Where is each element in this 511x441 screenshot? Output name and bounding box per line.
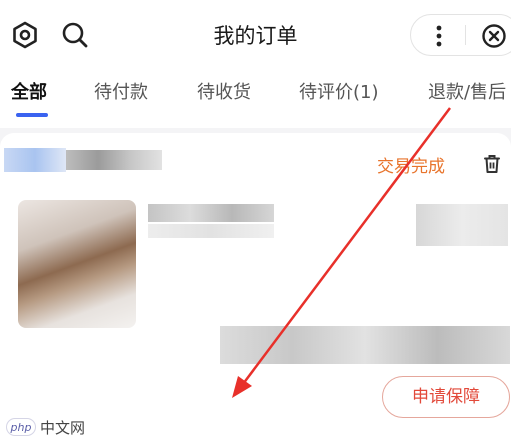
store-name-blurred[interactable]	[66, 150, 162, 170]
watermark: php 中文网	[6, 416, 85, 438]
order-total-blurred	[220, 326, 510, 364]
store-logo-blurred	[4, 148, 66, 172]
capsule-divider	[465, 25, 466, 45]
product-title-blurred	[148, 204, 274, 222]
watermark-site-text: 中文网	[40, 418, 86, 437]
order-tabs: 全部 待付款 待收货 待评价(1) 退款/售后	[0, 70, 511, 128]
active-tab-indicator	[16, 113, 48, 117]
mini-program-capsule	[410, 14, 511, 56]
tab-pending-review[interactable]: 待评价(1)	[299, 80, 379, 110]
product-subtitle-blurred	[148, 224, 274, 238]
apply-protection-button[interactable]: 申请保障	[382, 376, 510, 418]
tab-all[interactable]: 全部	[11, 80, 47, 110]
php-logo-icon: php	[6, 418, 36, 436]
more-vertical-icon[interactable]	[428, 24, 450, 48]
product-image-blurred[interactable]	[18, 200, 136, 328]
tab-pending-payment[interactable]: 待付款	[94, 80, 148, 110]
settings-hexagon-icon[interactable]	[8, 18, 42, 52]
close-circle-icon[interactable]	[481, 23, 507, 49]
top-bar: 我的订单	[0, 0, 511, 70]
search-icon[interactable]	[58, 18, 92, 52]
tab-refund-aftersale[interactable]: 退款/售后	[428, 80, 506, 110]
tab-pending-receipt[interactable]: 待收货	[197, 80, 251, 110]
product-price-blurred	[416, 204, 508, 246]
trash-icon[interactable]	[478, 150, 506, 178]
order-status-label: 交易完成	[377, 157, 445, 177]
